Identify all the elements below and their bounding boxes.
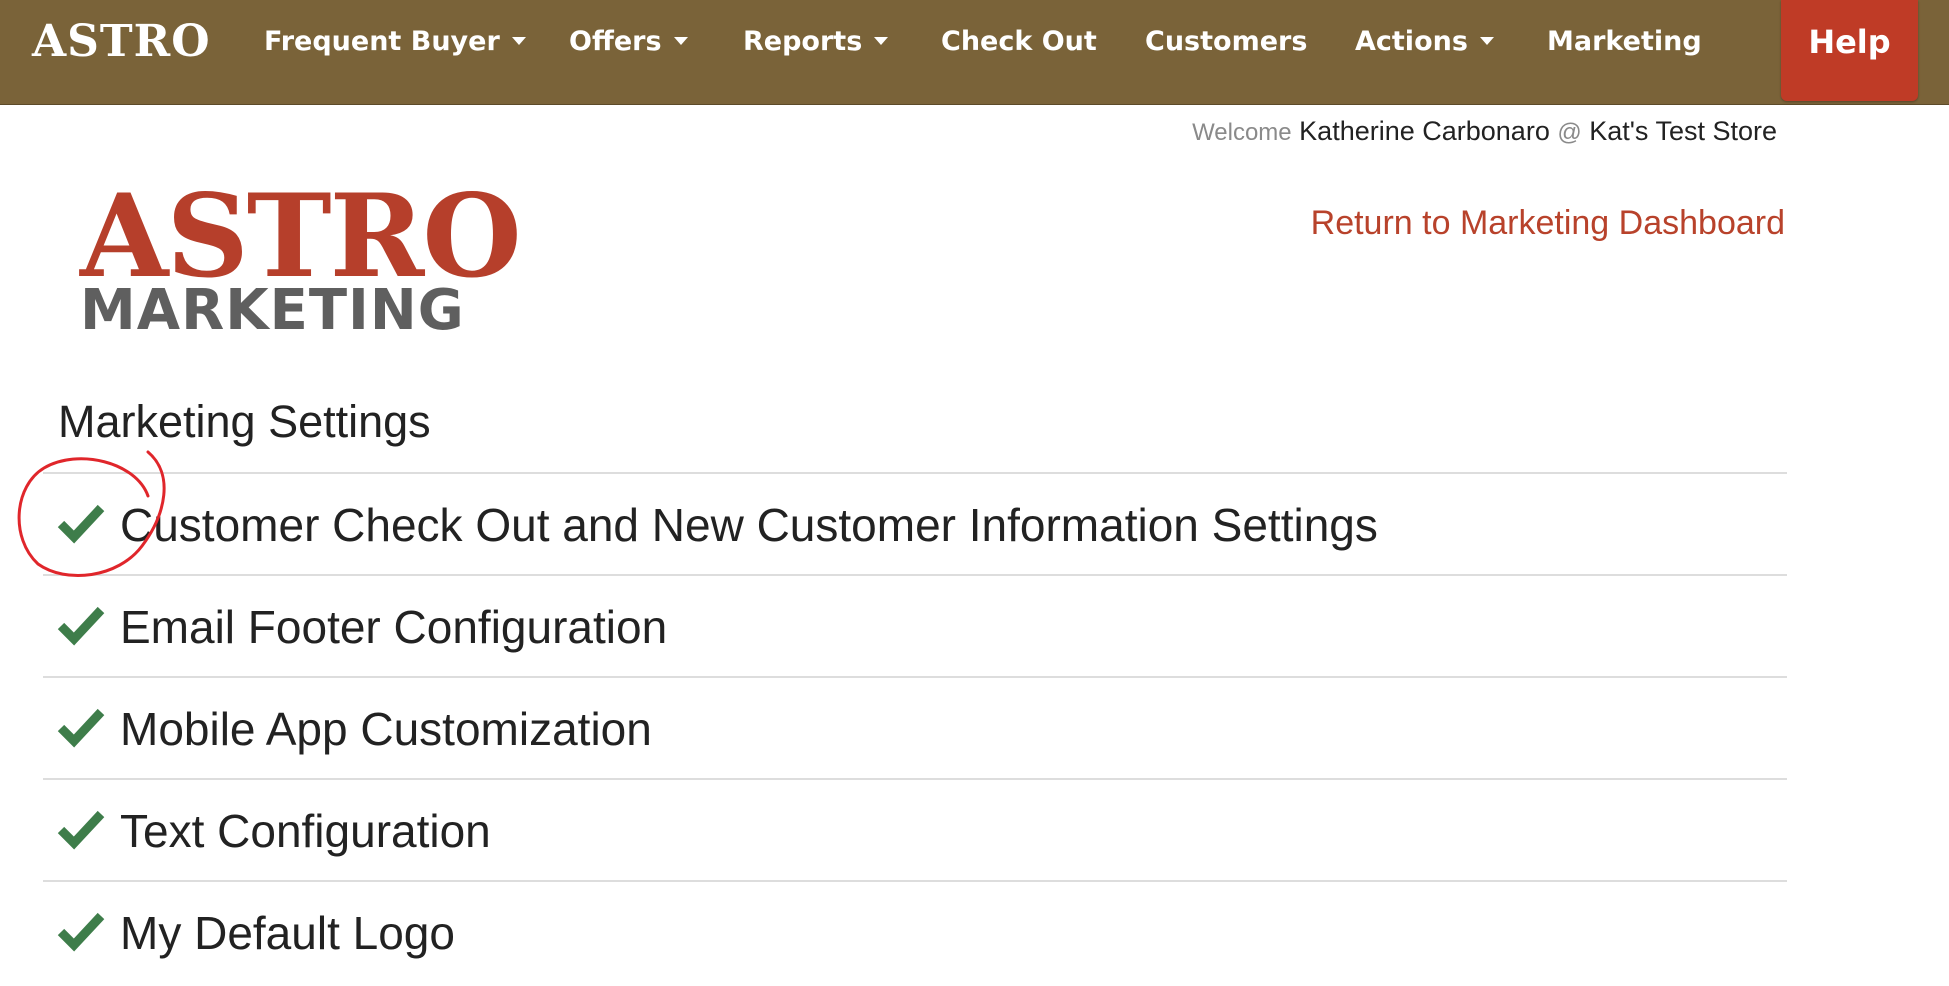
help-button[interactable]: Help (1781, 0, 1918, 101)
astro-marketing-logo: ASTRO MARKETING (80, 169, 580, 339)
chevron-down-icon (511, 36, 526, 45)
settings-list: Customer Check Out and New Customer Info… (43, 472, 1787, 982)
check-icon (57, 708, 105, 748)
welcome-at: @ (1557, 119, 1582, 146)
setting-row-mobile-app[interactable]: Mobile App Customization (43, 676, 1787, 778)
welcome-line: Welcome Katherine Carbonaro @ Kat's Test… (1192, 116, 1777, 147)
nav-reports-label: Reports (743, 26, 863, 57)
chevron-down-icon (673, 36, 688, 45)
page-title: Marketing Settings (58, 396, 431, 447)
nav-marketing[interactable]: Marketing (1547, 24, 1702, 60)
return-to-dashboard-link[interactable]: Return to Marketing Dashboard (1311, 204, 1785, 243)
nav-frequent-buyer[interactable]: Frequent Buyer (264, 24, 526, 60)
check-icon (57, 810, 105, 850)
setting-row-email-footer[interactable]: Email Footer Configuration (43, 574, 1787, 676)
welcome-store: Kat's Test Store (1589, 116, 1777, 146)
nav-customers-label: Customers (1145, 26, 1308, 57)
setting-label: Customer Check Out and New Customer Info… (120, 499, 1378, 551)
nav-check-out[interactable]: Check Out (941, 24, 1097, 60)
nav-actions[interactable]: Actions (1355, 24, 1494, 60)
nav-reports[interactable]: Reports (743, 24, 889, 60)
check-icon (57, 504, 105, 544)
nav-check-out-label: Check Out (941, 26, 1097, 57)
top-navbar: ASTRO Frequent Buyer Offers Reports Chec… (0, 0, 1949, 105)
setting-row-default-logo[interactable]: My Default Logo (43, 880, 1787, 982)
nav-offers[interactable]: Offers (569, 24, 688, 60)
nav-marketing-label: Marketing (1547, 26, 1702, 57)
setting-label: Mobile App Customization (120, 703, 652, 755)
check-icon (57, 606, 105, 646)
nav-customers[interactable]: Customers (1145, 24, 1307, 60)
setting-label: Text Configuration (120, 805, 491, 857)
setting-label: My Default Logo (120, 907, 455, 959)
logo-astro-text: ASTRO (80, 169, 522, 303)
welcome-prefix: Welcome (1192, 119, 1292, 146)
setting-row-text-configuration[interactable]: Text Configuration (43, 778, 1787, 880)
brand-logo[interactable]: ASTRO (32, 20, 211, 64)
setting-row-customer-check-out[interactable]: Customer Check Out and New Customer Info… (43, 472, 1787, 574)
check-icon (57, 912, 105, 952)
nav-frequent-buyer-label: Frequent Buyer (264, 26, 500, 57)
nav-actions-label: Actions (1355, 26, 1468, 57)
setting-label: Email Footer Configuration (120, 601, 668, 653)
nav-offers-label: Offers (569, 26, 662, 57)
chevron-down-icon (874, 36, 889, 45)
welcome-user: Katherine Carbonaro (1299, 116, 1550, 146)
chevron-down-icon (1479, 36, 1494, 45)
